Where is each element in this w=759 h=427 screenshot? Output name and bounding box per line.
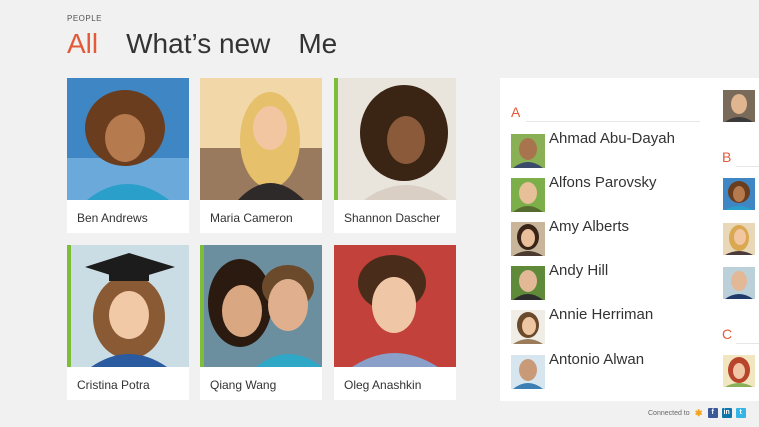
contact-tile-shannon-dascher[interactable]: Shannon Dascher <box>334 78 456 233</box>
contact-name: Oleg Anashkin <box>344 378 422 392</box>
contact-avatar-small[interactable] <box>723 355 755 387</box>
section-header-c[interactable]: C <box>722 326 732 342</box>
contact-name: Maria Cameron <box>210 211 293 225</box>
connected-services: Connected to ✱ f in t <box>648 408 746 418</box>
contact-photo <box>334 78 456 200</box>
contact-tile-oleg-anashkin[interactable]: Oleg Anashkin <box>334 245 456 400</box>
tile-accent-bar <box>67 245 71 367</box>
contact-photo <box>67 245 189 367</box>
contact-photo <box>67 78 189 200</box>
contact-list-name: Antonio Alwan <box>549 351 645 368</box>
contact-avatar-small[interactable] <box>723 178 755 210</box>
contact-list-panel[interactable]: A Ahmad Abu-Dayah Alfons Parovsky Amy Al… <box>500 78 759 401</box>
contact-tile-qiang-wang[interactable]: Qiang Wang <box>200 245 322 400</box>
contact-list-name: Ahmad Abu-Dayah <box>549 130 675 147</box>
contact-list-item-ahmad-abu-dayah[interactable]: Ahmad Abu-Dayah <box>511 130 701 170</box>
section-divider <box>526 121 700 122</box>
contact-photo <box>200 78 322 200</box>
contact-list-name: Amy Alberts <box>549 218 630 235</box>
section-divider <box>736 166 759 167</box>
facebook-icon[interactable]: f <box>707 408 718 418</box>
contact-tile-ben-andrews[interactable]: Ben Andrews <box>67 78 189 233</box>
tab-me[interactable]: Me <box>298 28 337 60</box>
contact-avatar-small[interactable] <box>723 267 755 299</box>
linkedin-icon[interactable]: in <box>721 408 732 418</box>
contact-name: Ben Andrews <box>77 211 148 225</box>
contact-name: Shannon Dascher <box>344 211 441 225</box>
pivot-tabs: All What’s new Me <box>67 28 337 60</box>
contact-list-name: Annie Herriman <box>549 306 654 323</box>
avatar <box>511 222 545 256</box>
connected-to-label: Connected to <box>648 409 690 417</box>
contact-name: Cristina Potra <box>77 378 150 392</box>
contact-list-item-amy-alberts[interactable]: Amy Alberts <box>511 218 701 258</box>
twitter-icon[interactable]: t <box>735 408 746 418</box>
contact-list-item-antonio-alwan[interactable]: Antonio Alwan <box>511 351 701 391</box>
app-label: PEOPLE <box>67 14 103 23</box>
contact-tile-cristina-potra[interactable]: Cristina Potra <box>67 245 189 400</box>
tab-whats-new[interactable]: What’s new <box>126 28 270 60</box>
contact-list-item-andy-hill[interactable]: Andy Hill <box>511 262 701 302</box>
contact-photo <box>200 245 322 367</box>
section-divider <box>736 343 759 344</box>
contact-list-item-annie-herriman[interactable]: Annie Herriman <box>511 306 701 346</box>
contact-avatar-small[interactable] <box>723 90 755 122</box>
tile-accent-bar <box>334 78 338 200</box>
contact-tile-maria-cameron[interactable]: Maria Cameron <box>200 78 322 233</box>
contact-photo <box>334 245 456 367</box>
tile-accent-bar <box>200 245 204 367</box>
section-header-a[interactable]: A <box>511 104 520 120</box>
avatar <box>511 266 545 300</box>
avatar <box>511 178 545 212</box>
avatar <box>511 355 545 389</box>
avatar <box>511 310 545 344</box>
contact-list-name: Alfons Parovsky <box>549 174 657 191</box>
avatar <box>511 134 545 168</box>
contact-avatar-small[interactable] <box>723 223 755 255</box>
section-header-b[interactable]: B <box>722 149 731 165</box>
contact-list-name: Andy Hill <box>549 262 609 279</box>
windows-live-icon[interactable]: ✱ <box>694 408 704 418</box>
tab-all[interactable]: All <box>67 28 98 60</box>
contact-list-item-alfons-parovsky[interactable]: Alfons Parovsky <box>511 174 701 214</box>
contact-name: Qiang Wang <box>210 378 277 392</box>
